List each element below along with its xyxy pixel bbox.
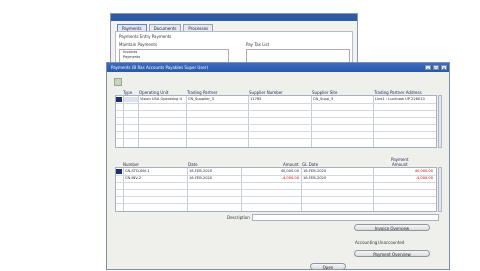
- gl-date-cell[interactable]: 16-FEB-2020: [303, 169, 371, 173]
- date-cell[interactable]: 16-FEB-2020: [189, 169, 239, 173]
- amount-cell[interactable]: 40,000.00: [243, 169, 299, 173]
- trading-partner-cell[interactable]: CN_Supplier_3: [188, 97, 247, 101]
- payments-top-table: Vision USA Operating U CN_Supplier_3 117…: [115, 95, 437, 148]
- gl-date-cell[interactable]: 16-FEB-2020: [303, 176, 371, 180]
- payments-titlebar: Payments (B Ras Accounts Payables Super …: [107, 63, 449, 72]
- description-label: Description: [227, 215, 250, 220]
- close-icon[interactable]: ×: [441, 65, 447, 71]
- address-cell[interactable]: Line1 : Lucknow UP 226010: [375, 97, 435, 101]
- payment-overview-button[interactable]: Payment Overview: [354, 250, 430, 257]
- payment-amount-cell[interactable]: -4,000.00: [375, 176, 433, 180]
- payments-bottom-table: CN-STD-INV-1 16-FEB-2020 40,000.00 16-FE…: [115, 167, 437, 212]
- accounting-status: Unaccounted: [378, 240, 405, 245]
- bottom-table-scrollbar[interactable]: [438, 167, 442, 212]
- supplier-number-cell[interactable]: 11765: [250, 97, 310, 101]
- list-item-payments[interactable]: Payments: [120, 55, 228, 60]
- row-selector[interactable]: [116, 97, 122, 102]
- description-field[interactable]: [252, 214, 439, 221]
- number-cell[interactable]: CN-STD-INV-1: [125, 169, 185, 173]
- operating-unit-cell[interactable]: Vision USA Operating U: [140, 97, 185, 101]
- section-label: Maintain Payments: [119, 42, 158, 47]
- panel-title: Payments Entry Payments: [119, 34, 172, 39]
- type-cell[interactable]: [124, 97, 138, 102]
- invoice-overview-button[interactable]: Invoice Overview: [354, 224, 430, 231]
- maximize-icon[interactable]: □: [433, 65, 439, 71]
- open-button[interactable]: Open: [310, 263, 346, 270]
- row-selector[interactable]: [116, 169, 122, 174]
- window-title: Payments (B Ras Accounts Payables Super …: [111, 65, 209, 70]
- date-cell[interactable]: 16-FEB-2020: [189, 176, 239, 180]
- number-cell[interactable]: CN-INV-2: [125, 176, 185, 180]
- minimize-icon[interactable]: –: [425, 65, 431, 71]
- top-table-scrollbar[interactable]: [438, 95, 442, 148]
- payment-amount-cell[interactable]: 40,000.00: [375, 169, 433, 173]
- back-window-titlebar: [111, 14, 357, 21]
- accounting-label: Accounting: [355, 240, 378, 245]
- payments-window: Payments (B Ras Accounts Payables Super …: [106, 62, 450, 270]
- supplier-site-cell[interactable]: CN_Supp_3: [313, 97, 372, 101]
- right-list-label: Pay Tax List: [246, 42, 270, 47]
- amount-cell[interactable]: -4,000.00: [243, 176, 299, 180]
- folder-tools-icon[interactable]: [114, 78, 122, 86]
